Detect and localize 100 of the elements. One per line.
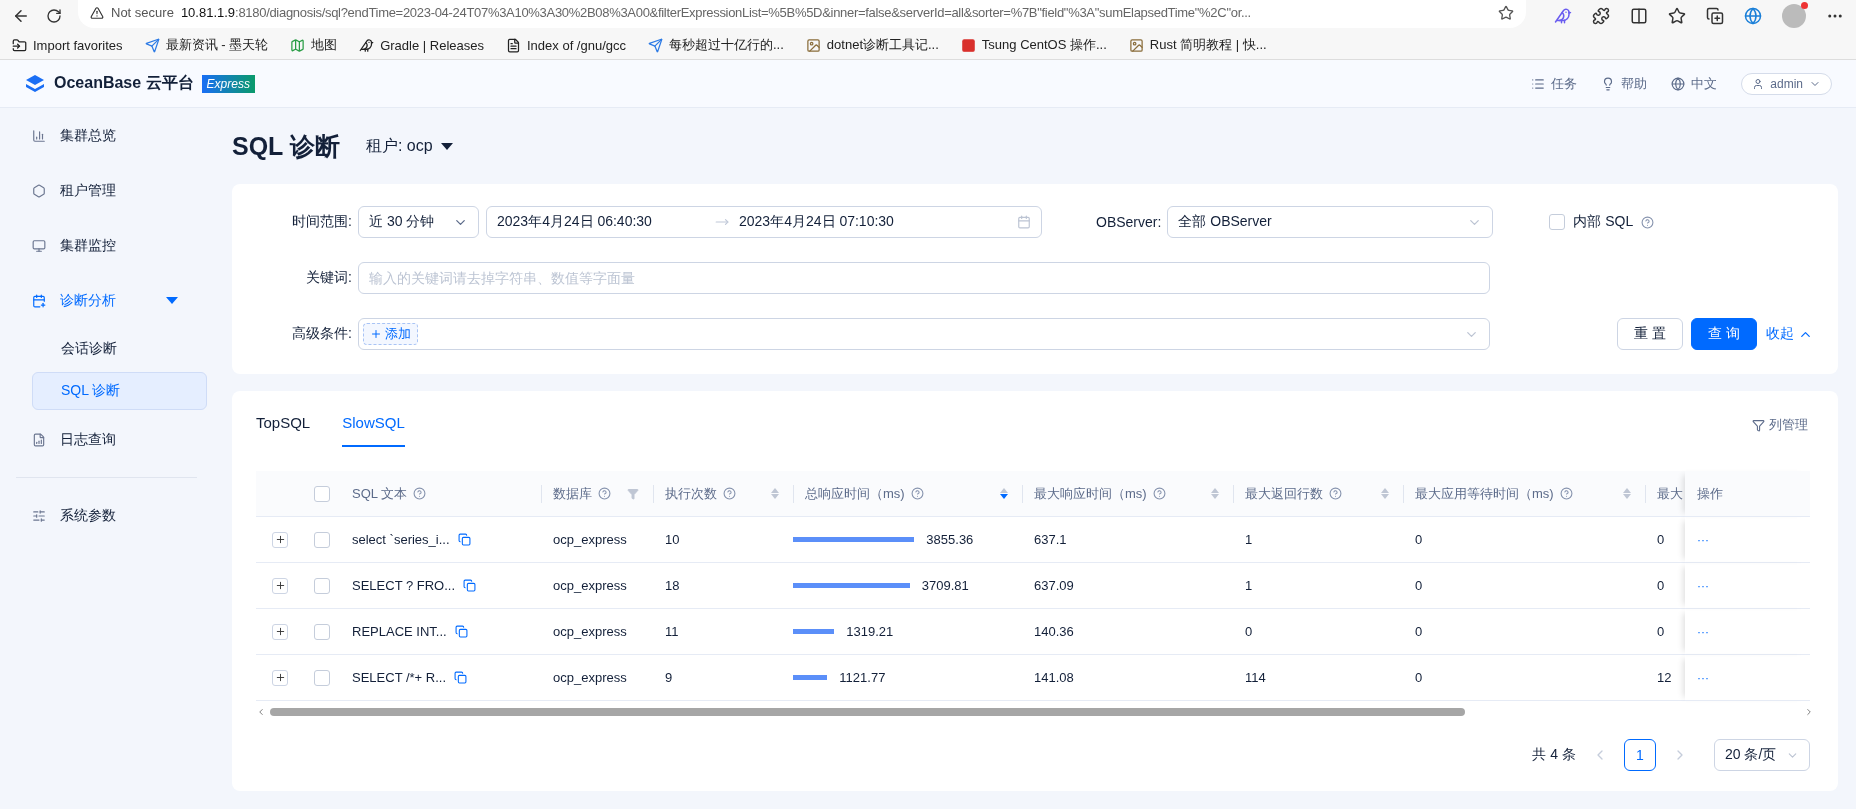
edition-badge: Express <box>201 74 255 93</box>
table-cell: 10 <box>653 517 793 563</box>
table-cell: 1 <box>1233 517 1403 563</box>
caret-icon[interactable] <box>166 297 178 304</box>
scroll-left-icon[interactable] <box>256 707 266 717</box>
bird-icon <box>359 37 375 53</box>
copy-icon[interactable] <box>457 533 471 546</box>
bookmark[interactable]: Import favorites <box>12 37 123 53</box>
bookmark[interactable]: Index of /gnu/gcc <box>506 37 626 53</box>
more-link[interactable]: ··· <box>1697 578 1709 593</box>
reload-icon[interactable] <box>46 7 62 24</box>
copy-icon[interactable] <box>454 625 468 638</box>
advanced-field[interactable]: 添加 <box>358 318 1490 350</box>
table-cell: 0 <box>1645 563 1685 609</box>
collections-icon[interactable] <box>1706 6 1724 25</box>
bookmark[interactable]: Gradle | Releases <box>359 37 484 53</box>
globe-icon[interactable] <box>1744 6 1762 25</box>
field-label: 关键词: <box>305 269 353 287</box>
checkbox[interactable] <box>314 531 330 548</box>
column-manage-button[interactable]: 列管理 <box>1746 415 1814 435</box>
bird-icon[interactable] <box>1554 6 1572 25</box>
table-cell: 3855.36 <box>926 532 974 547</box>
tenant-selector[interactable]: 租户: ocp <box>365 135 453 157</box>
help-icon <box>1641 215 1655 229</box>
reset-button[interactable]: 重 置 <box>1617 318 1684 350</box>
user-menu[interactable]: admin <box>1741 72 1832 95</box>
horizontal-scrollbar[interactable] <box>256 705 1814 719</box>
expand-button[interactable] <box>272 623 288 640</box>
bookmark[interactable]: 每秒超过十亿行的... <box>648 36 784 55</box>
add-button[interactable]: 添加 <box>363 323 418 345</box>
bookmark[interactable]: 最新资讯 - 墨天轮 <box>144 36 269 55</box>
url-text: 10.81.1.9:8180/diagnosis/sql?endTime=2023-04-24T07%3A10%3A30%2B08%3A00&filterExpressionList=%5B%5D&inner=false&serverId=all&sorter=%7B"field"%3A"sumElapsedTime"%2C"or... <box>180 5 1251 21</box>
header-link[interactable]: 中文 <box>1671 74 1718 93</box>
table-cell: ocp_express <box>541 609 653 655</box>
copy-icon[interactable] <box>454 671 468 684</box>
more-link[interactable]: ··· <box>1697 532 1709 547</box>
expand-button[interactable] <box>272 577 288 594</box>
sidebar-item[interactable]: 租户管理 <box>0 163 213 218</box>
column-header[interactable]: 执行次数 <box>653 471 793 517</box>
column-header[interactable]: 最大返回行数 <box>1233 471 1403 517</box>
checkbox[interactable] <box>314 485 330 502</box>
table-cell: 1 <box>1233 563 1403 609</box>
plus-icon <box>370 328 382 340</box>
sidebar-item[interactable]: 诊断分析 <box>0 273 213 328</box>
plus-icon <box>274 534 286 545</box>
search-button[interactable]: 查 询 <box>1691 318 1757 350</box>
date-range-field[interactable]: 2023年4月24日 06:40:30 2023年4月24日 07:10:30 <box>486 206 1042 238</box>
scroll-right-icon[interactable] <box>1804 707 1814 717</box>
extensions-icon[interactable] <box>1592 6 1610 25</box>
expand-button[interactable] <box>272 531 288 548</box>
page-title: SQL 诊断 <box>232 130 340 162</box>
column-header[interactable]: 总响应时间（ms) <box>793 471 1022 517</box>
more-link[interactable]: ··· <box>1697 670 1709 685</box>
bookmark[interactable]: 地图 <box>290 36 338 55</box>
sidebar-subitem[interactable]: 会话诊断 <box>32 330 207 368</box>
tab[interactable]: SlowSQL <box>342 414 405 447</box>
sidebar-item[interactable]: 日志查询 <box>0 412 213 467</box>
column-header: 操作 <box>1685 471 1810 517</box>
sidebar-subitem[interactable]: SQL 诊断 <box>32 372 207 410</box>
sidebar-item[interactable]: 集群总览 <box>0 108 213 163</box>
sidebar-item[interactable]: 系统参数 <box>0 488 213 543</box>
security-label: Not secure <box>111 5 174 21</box>
bookmark[interactable]: Rust 简明教程 | 快... <box>1128 36 1267 55</box>
collapse-link[interactable]: 收起 <box>1765 318 1814 350</box>
checkbox[interactable] <box>314 577 330 594</box>
time-range-select[interactable]: 近 30 分钟 <box>358 206 479 238</box>
sidebar-item[interactable]: 集群监控 <box>0 218 213 273</box>
server-select[interactable]: 全部 OBServer <box>1167 206 1494 238</box>
globe-icon <box>1671 76 1686 91</box>
expand-button[interactable] <box>272 669 288 686</box>
table-cell: 0 <box>1403 563 1645 609</box>
table-cell: 3709.81 <box>921 578 969 593</box>
profile-avatar[interactable] <box>1782 3 1806 28</box>
plus-icon <box>274 580 286 591</box>
table-cell: 1121.77 <box>839 670 886 685</box>
checkbox[interactable] <box>314 623 330 640</box>
chart-icon <box>32 128 46 143</box>
table-cell: 0 <box>1645 609 1685 655</box>
split-screen-icon[interactable] <box>1630 6 1648 25</box>
bookmark[interactable]: dotnet诊断工具记... <box>805 36 939 55</box>
header-link[interactable]: 帮助 <box>1601 74 1648 93</box>
more-link[interactable]: ··· <box>1697 624 1709 639</box>
bookmark[interactable]: Tsung CentOS 操作... <box>960 36 1107 55</box>
table-cell: select `series_i... <box>352 532 450 547</box>
checkbox[interactable] <box>1549 214 1566 230</box>
column-header[interactable]: 最大响应时间（ms) <box>1022 471 1233 517</box>
favorite-icon[interactable] <box>1498 4 1514 21</box>
column-header[interactable]: 最大应用等待时间（ms) <box>1403 471 1645 517</box>
copy-icon[interactable] <box>463 579 477 592</box>
page-button[interactable]: 1 <box>1624 739 1656 771</box>
favorites-icon[interactable] <box>1668 6 1686 25</box>
page-size-select[interactable]: 20 条/页 <box>1714 739 1810 771</box>
keyword-field[interactable]: 输入的关键词请去掉字符串、数值等字面量 <box>358 262 1490 294</box>
brand-name: OceanBase 云平台 <box>54 73 194 93</box>
checkbox[interactable] <box>314 669 330 686</box>
sort-icon[interactable] <box>1000 488 1008 499</box>
tab[interactable]: TopSQL <box>256 414 311 447</box>
table-cell: 0 <box>1403 517 1645 563</box>
header-link[interactable]: 任务 <box>1531 74 1578 93</box>
address-bar[interactable]: Not secure 10.81.1.9:8180/diagnosis/sql?endTime=2023-04-24T07%3A10%3A30%2B08%3A00&filterExpressionList=%5B%5D&inner=false&serverId=all&sorter=%7B"field"%3A"sumElapsedTime"%2C"or... <box>78 0 1526 28</box>
